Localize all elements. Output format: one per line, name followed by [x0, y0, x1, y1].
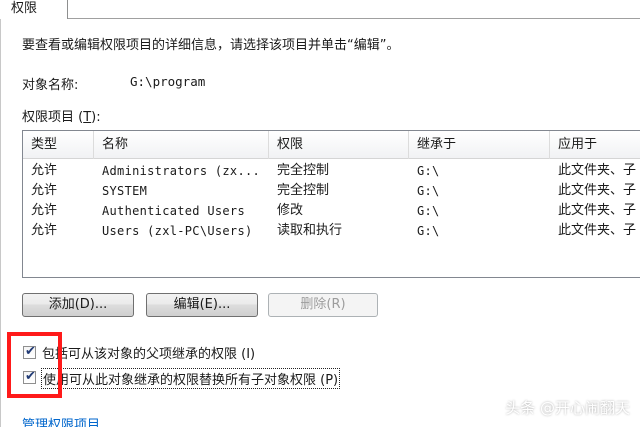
remove-button[interactable]: 删除(R) — [268, 293, 378, 317]
column-header-apply-to[interactable]: 应用于 — [550, 131, 640, 159]
cell-permission: 完全控制 — [277, 163, 330, 178]
cell-apply-to: 此文件夹、子 — [558, 223, 637, 238]
cell-apply-to: 此文件夹、子 — [558, 183, 637, 198]
permission-entries-label: 权限项目 (T): — [22, 110, 101, 125]
table-row[interactable]: 允许 Administrators (zx... 完全控制 G:\ 此文件夹、子 — [23, 161, 640, 181]
cell-name: Authenticated Users — [102, 204, 245, 218]
manage-permission-entries-link[interactable]: 管理权限项目 — [22, 414, 100, 427]
cell-type: 允许 — [31, 223, 58, 238]
column-header-name[interactable]: 名称 — [94, 131, 269, 159]
cell-inherited-from: G:\ — [417, 184, 440, 198]
cell-type: 允许 — [31, 183, 58, 198]
cell-type: 允许 — [31, 203, 58, 218]
table-row[interactable]: 允许 SYSTEM 完全控制 G:\ 此文件夹、子 — [23, 181, 640, 201]
table-row[interactable]: 允许 Authenticated Users 修改 G:\ 此文件夹、子 — [23, 201, 640, 221]
watermark: 头条 @开心闹翻天 — [505, 399, 630, 417]
add-button[interactable]: 添加(D)... — [22, 293, 134, 317]
highlight-annotation-box — [7, 332, 62, 398]
object-name-label: 对象名称: — [22, 78, 79, 93]
cell-inherited-from: G:\ — [417, 164, 440, 178]
cell-type: 允许 — [31, 163, 58, 178]
panel-border — [0, 19, 1, 427]
include-inheritable-label[interactable]: 包括可从该对象的父项继承的权限 (I) — [42, 343, 255, 362]
cell-permission: 完全控制 — [277, 183, 330, 198]
object-name-value: G:\program — [130, 74, 206, 89]
intro-text: 要查看或编辑权限项目的详细信息，请选择该项目并单击“编辑”。 — [22, 38, 400, 53]
column-header-type[interactable]: 类型 — [23, 131, 94, 159]
tab-permissions[interactable]: 权限 — [0, 0, 68, 19]
table-header: 类型 名称 权限 继承于 应用于 — [23, 131, 640, 159]
tab-strip: 权限 — [0, 0, 640, 19]
cell-inherited-from: G:\ — [417, 224, 440, 238]
cell-apply-to: 此文件夹、子 — [558, 163, 637, 178]
permission-entries-table[interactable]: 类型 名称 权限 继承于 应用于 允许 Administrators (zx..… — [22, 130, 640, 278]
cell-apply-to: 此文件夹、子 — [558, 203, 637, 218]
cell-name: Administrators (zx... — [102, 164, 261, 178]
replace-child-permissions-label[interactable]: 使用可从此对象继承的权限替换所有子对象权限 (P) — [41, 368, 341, 389]
table-row[interactable]: 允许 Users (zxl-PC\Users) 读取和执行 G:\ 此文件夹、子 — [23, 221, 640, 241]
cell-permission: 读取和执行 — [277, 223, 343, 238]
cell-inherited-from: G:\ — [417, 204, 440, 218]
column-header-inherited-from[interactable]: 继承于 — [409, 131, 550, 159]
column-header-permission[interactable]: 权限 — [269, 131, 409, 159]
cell-name: SYSTEM — [102, 184, 148, 198]
edit-button[interactable]: 编辑(E)... — [146, 293, 258, 317]
cell-name: Users (zxl-PC\Users) — [102, 224, 253, 238]
cell-permission: 修改 — [277, 203, 304, 218]
